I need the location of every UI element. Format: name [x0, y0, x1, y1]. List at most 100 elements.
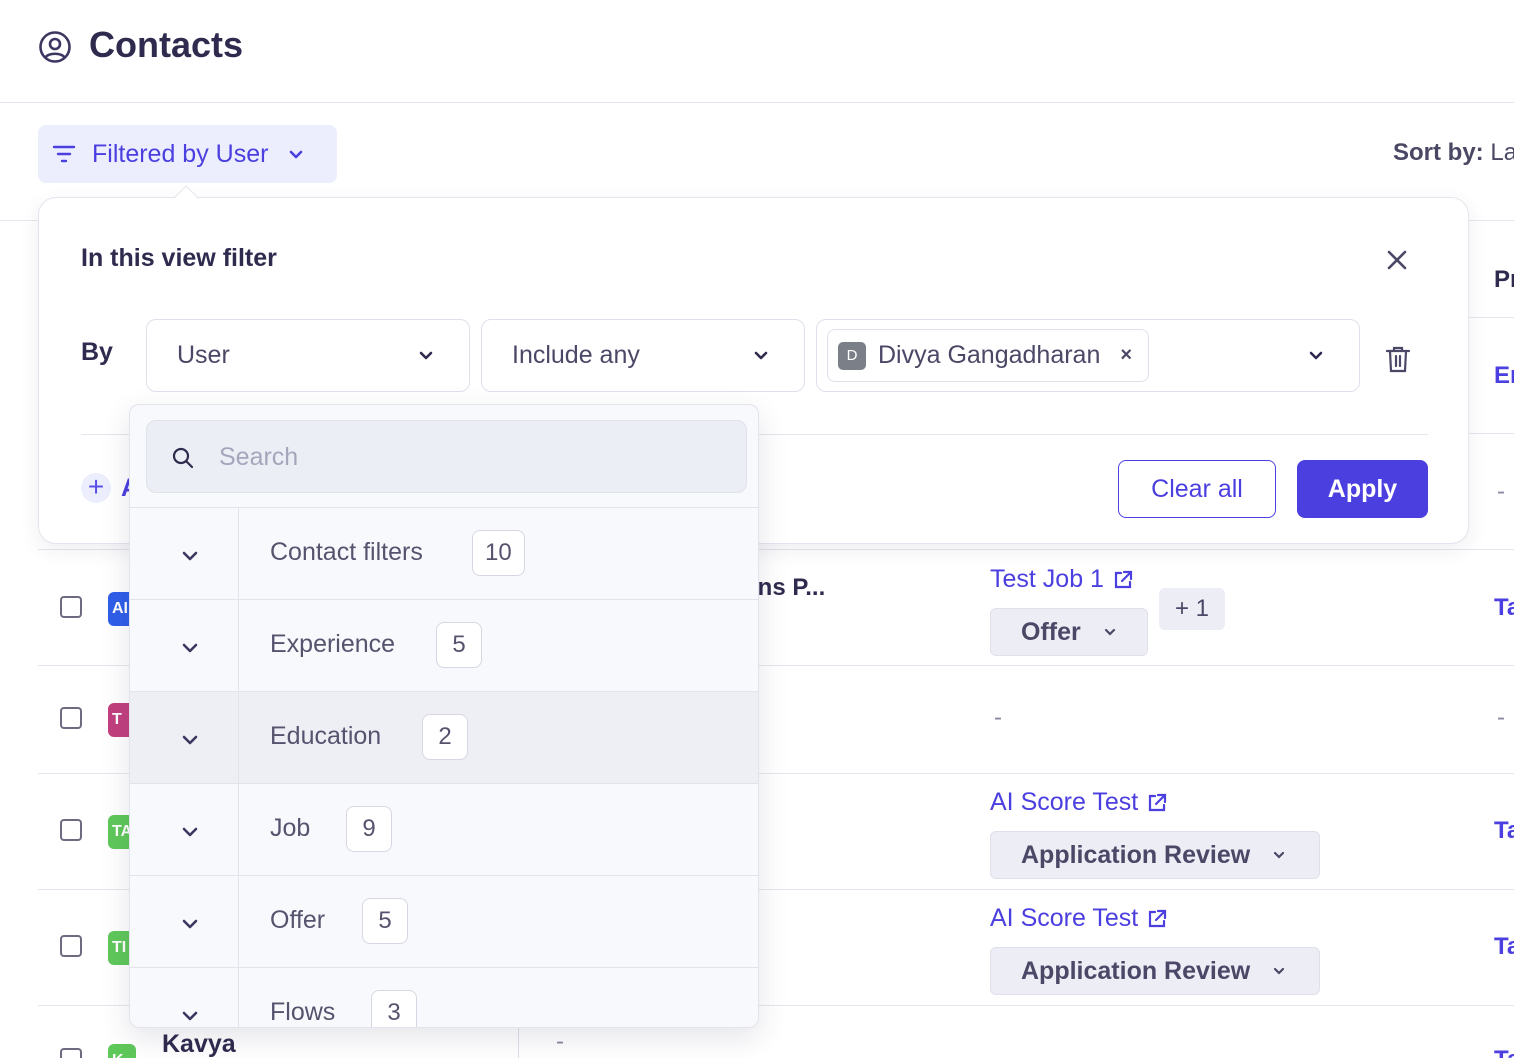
chevron-down-icon — [1274, 967, 1285, 975]
job-link-label: AI Score Test — [990, 788, 1139, 816]
field-select[interactable]: User — [146, 319, 470, 392]
selected-user-chip: D Divya Gangadharan × — [827, 329, 1150, 382]
stage-select[interactable]: Application Review — [990, 831, 1320, 879]
group-label: Flows — [270, 998, 336, 1026]
dropdown-group-experience[interactable]: Experience 5 — [130, 599, 758, 692]
dropdown-group-offer[interactable]: Offer 5 — [130, 875, 758, 968]
count-badge: 3 — [371, 990, 417, 1027]
by-label: By — [81, 338, 113, 366]
field-select-value: User — [177, 341, 230, 369]
operator-select-value: Include any — [512, 341, 640, 369]
add-filter-icon[interactable]: + — [81, 473, 111, 503]
sort-by-value: La — [1490, 139, 1514, 166]
page-title: Contacts — [89, 24, 244, 65]
job-link[interactable]: AI Score Test — [990, 788, 1168, 817]
row-checkbox[interactable] — [60, 596, 82, 618]
external-link-icon — [1149, 909, 1167, 927]
close-icon[interactable] — [1385, 248, 1409, 272]
expand-toggle[interactable] — [130, 600, 239, 692]
filter-toggle-button[interactable]: Filtered by User — [38, 125, 337, 183]
value-select[interactable]: D Divya Gangadharan × — [816, 319, 1360, 392]
chevron-down-icon — [182, 643, 198, 653]
group-label: Contact filters — [270, 538, 423, 566]
dropdown-group-job[interactable]: Job 9 — [130, 783, 758, 876]
edge-link[interactable]: Ta — [1494, 1046, 1514, 1058]
dropdown-group-flows[interactable]: Flows 3 — [130, 967, 758, 1027]
chevron-down-icon — [1309, 351, 1323, 360]
job-link[interactable]: AI Score Test — [990, 904, 1168, 933]
expand-toggle[interactable] — [130, 968, 239, 1027]
group-label: Job — [270, 814, 311, 842]
dropdown-group-contact-filters[interactable]: Contact filters 10 — [130, 507, 758, 600]
chevron-down-icon — [419, 351, 433, 360]
chevron-down-icon — [182, 551, 198, 561]
chevron-down-icon — [290, 150, 303, 159]
empty-cell: - — [556, 1028, 564, 1055]
job-link-label: Test Job 1 — [990, 565, 1104, 593]
stage-label: Offer — [1021, 617, 1081, 646]
stage-label: Application Review — [1021, 956, 1251, 985]
edge-dash: - — [1497, 704, 1505, 731]
search-input[interactable]: Search — [146, 420, 747, 493]
filter-icon — [52, 145, 76, 163]
user-circle-icon — [39, 31, 71, 63]
filter-toggle-label: Filtered by User — [92, 139, 269, 168]
job-link-label: AI Score Test — [990, 904, 1139, 932]
column-header-edge: Pr — [1494, 266, 1514, 293]
more-jobs-badge[interactable]: + 1 — [1159, 588, 1225, 630]
row-checkbox[interactable] — [60, 1048, 82, 1058]
group-label: Experience — [270, 630, 396, 658]
expand-toggle[interactable] — [130, 876, 239, 968]
sort-by-control[interactable]: Sort by: La — [1393, 139, 1514, 167]
chevron-down-icon — [182, 827, 198, 837]
count-badge: 9 — [346, 806, 392, 852]
clear-all-button[interactable]: Clear all — [1118, 460, 1276, 518]
search-icon — [172, 447, 194, 469]
stage-select[interactable]: Offer — [990, 608, 1148, 656]
dropdown-group-education[interactable]: Education 2 — [130, 691, 758, 784]
avatar: K — [108, 1044, 136, 1058]
remove-chip-icon[interactable]: × — [1120, 344, 1132, 367]
edge-dash: - — [1497, 478, 1505, 505]
avatar: D — [838, 341, 866, 370]
row-checkbox[interactable] — [60, 707, 82, 729]
count-badge: 5 — [436, 622, 482, 668]
operator-select[interactable]: Include any — [481, 319, 805, 392]
page-header: Contacts — [0, 0, 1514, 103]
count-badge: 10 — [472, 530, 525, 576]
trash-icon[interactable] — [1385, 345, 1411, 373]
group-label: Education — [270, 722, 382, 750]
group-label: Offer — [270, 906, 326, 934]
job-empty: - — [994, 704, 1002, 731]
edge-link[interactable]: Ta — [1494, 594, 1514, 622]
filter-panel-title: In this view filter — [81, 244, 277, 272]
apply-button[interactable]: Apply — [1297, 460, 1428, 518]
stage-select[interactable]: Application Review — [990, 947, 1320, 995]
chevron-down-icon — [182, 735, 198, 745]
edge-link[interactable]: Er — [1494, 362, 1514, 390]
edge-link[interactable]: Ta — [1494, 817, 1514, 845]
chevron-down-icon — [1104, 628, 1115, 636]
selected-user-name: Divya Gangadharan — [878, 341, 1101, 369]
field-dropdown: Search Contact filters 10 Experience 5 E… — [129, 404, 759, 1028]
stage-label: Application Review — [1021, 840, 1251, 869]
count-badge: 2 — [422, 714, 468, 760]
count-badge: 5 — [362, 898, 408, 944]
external-link-icon — [1114, 570, 1133, 588]
row-checkbox[interactable] — [60, 819, 82, 841]
sort-by-label: Sort by: — [1393, 139, 1484, 166]
expand-toggle[interactable] — [130, 508, 239, 600]
edge-link[interactable]: Ta — [1494, 933, 1514, 961]
column-divider — [518, 1025, 519, 1058]
chevron-down-icon — [182, 919, 198, 929]
expand-toggle[interactable] — [130, 784, 239, 876]
search-placeholder: Search — [219, 443, 299, 471]
chevron-down-icon — [754, 351, 768, 360]
row-checkbox[interactable] — [60, 935, 82, 957]
contact-name[interactable]: Kavya — [162, 1030, 236, 1058]
job-link[interactable]: Test Job 1 — [990, 565, 1134, 594]
expand-toggle[interactable] — [130, 692, 239, 784]
chevron-down-icon — [182, 1011, 198, 1021]
chevron-down-icon — [1274, 851, 1285, 859]
external-link-icon — [1149, 793, 1167, 811]
